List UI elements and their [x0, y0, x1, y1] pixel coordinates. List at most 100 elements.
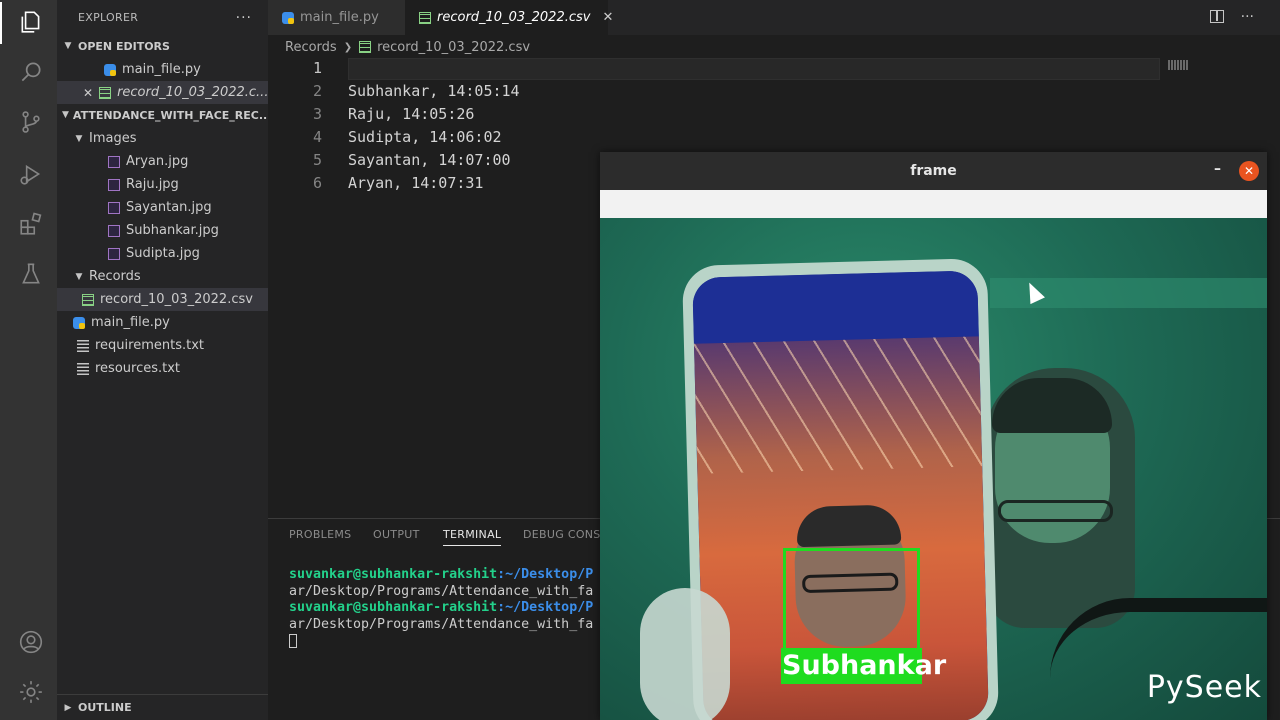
code-line[interactable]: Sudipta, 14:06:02	[348, 128, 502, 146]
frame-toolbar	[600, 190, 1267, 218]
folder-images[interactable]: ▼ Images	[57, 127, 268, 150]
frame-window: frame – ✕ Subhankar	[600, 152, 1267, 720]
file-item[interactable]: resources.txt	[57, 357, 268, 380]
code-line[interactable]: Aryan, 14:07:31	[348, 174, 483, 192]
image-file-icon	[108, 201, 120, 214]
chevron-down-icon: ▼	[62, 110, 69, 120]
code-line[interactable]: Raju, 14:05:26	[348, 105, 474, 123]
activity-bar	[0, 0, 57, 720]
file-item-selected[interactable]: record_10_03_2022.csv	[57, 288, 268, 311]
split-editor-icon[interactable]	[1210, 10, 1224, 23]
code-line[interactable]: Sayantan, 14:07:00	[348, 151, 511, 169]
tab-record-csv[interactable]: record_10_03_2022.csv ✕	[405, 0, 613, 35]
folder-label: Images	[89, 131, 137, 146]
tab-debug-console[interactable]: DEBUG CONSO	[523, 528, 610, 541]
minimap[interactable]	[1168, 60, 1188, 70]
tab-output[interactable]: OUTPUT	[373, 528, 420, 541]
file-label: Raju.jpg	[126, 177, 179, 192]
terminal-path: :~/Desktop/P	[497, 567, 594, 582]
tab-main-file[interactable]: main_file.py	[268, 0, 405, 35]
file-item[interactable]: requirements.txt	[57, 334, 268, 357]
open-editor-item-active[interactable]: ✕ record_10_03_2022.c...	[57, 81, 268, 104]
line-number: 5	[312, 151, 322, 169]
file-item[interactable]: Aryan.jpg	[57, 150, 268, 173]
testing-icon[interactable]	[17, 260, 45, 288]
open-editors-title: OPEN EDITORS	[78, 39, 170, 53]
terminal-line: ar/Desktop/Programs/Attendance_with_fa	[289, 583, 594, 599]
folder-label: Records	[89, 269, 141, 284]
settings-gear-icon[interactable]	[17, 678, 45, 706]
open-editor-label: record_10_03_2022.c...	[117, 85, 268, 100]
line-number: 6	[312, 174, 322, 192]
account-icon[interactable]	[17, 628, 45, 656]
project-title: ATTENDANCE_WITH_FACE_REC...	[72, 108, 268, 122]
close-icon[interactable]: ✕	[83, 86, 93, 100]
text-file-icon	[77, 339, 89, 352]
csv-file-icon	[359, 41, 372, 53]
chevron-right-icon: ❯	[343, 41, 353, 53]
editor-tabs: main_file.py record_10_03_2022.csv ✕ ···	[268, 0, 1280, 35]
close-window-button[interactable]: ✕	[1239, 161, 1259, 181]
project-header[interactable]: ▼ ATTENDANCE_WITH_FACE_REC...	[57, 104, 268, 126]
editor-more-button[interactable]: ···	[1241, 9, 1254, 25]
explorer-title: EXPLORER	[78, 11, 139, 24]
source-control-icon[interactable]	[17, 108, 45, 136]
code-line[interactable]: Subhankar, 14:05:14	[348, 82, 520, 100]
person-glasses	[998, 500, 1113, 522]
phone-screen-top	[692, 270, 979, 344]
image-file-icon	[108, 224, 120, 237]
open-editor-item[interactable]: main_file.py	[57, 58, 268, 81]
file-label: record_10_03_2022.csv	[100, 292, 253, 307]
file-label: resources.txt	[95, 361, 181, 376]
search-icon[interactable]	[17, 58, 45, 86]
outline-section-header[interactable]: ▶ OUTLINE	[57, 694, 268, 720]
python-file-icon	[73, 316, 85, 329]
hand	[640, 588, 730, 720]
terminal-user: suvankar@subhankar-rakshit	[289, 600, 498, 616]
chevron-down-icon: ▼	[64, 41, 72, 51]
webcam-video: Subhankar	[600, 218, 1267, 720]
terminal-path: :~/Desktop/P	[497, 600, 594, 616]
breadcrumb: Records ❯ record_10_03_2022.csv	[285, 36, 530, 58]
minimize-button[interactable]: –	[1214, 161, 1221, 177]
python-file-icon	[282, 11, 294, 24]
run-debug-icon[interactable]	[17, 160, 45, 188]
explorer-more-button[interactable]: ···	[236, 10, 252, 26]
terminal-line: ar/Desktop/Programs/Attendance_with_fa	[289, 617, 594, 633]
file-item[interactable]: Subhankar.jpg	[57, 219, 268, 242]
line-number: 3	[312, 105, 322, 123]
terminal-output[interactable]: suvankar@subhankar-rakshit:~/Desktop/P a…	[289, 567, 593, 651]
python-file-icon	[104, 63, 116, 76]
breadcrumb-file[interactable]: record_10_03_2022.csv	[377, 40, 530, 55]
photo-lights	[693, 336, 983, 474]
terminal-cursor	[289, 633, 297, 648]
explorer-sidebar: EXPLORER ··· ▼ OPEN EDITORS main_file.py…	[57, 0, 268, 720]
text-file-icon	[77, 362, 89, 375]
open-editors-header[interactable]: ▼ OPEN EDITORS	[57, 35, 268, 57]
explorer-icon[interactable]	[17, 8, 45, 36]
file-label: requirements.txt	[95, 338, 205, 353]
file-item[interactable]: Sudipta.jpg	[57, 242, 268, 265]
chevron-right-icon: ▶	[64, 702, 72, 713]
tab-problems[interactable]: PROBLEMS	[289, 528, 351, 541]
extensions-icon[interactable]	[17, 210, 45, 238]
folder-records[interactable]: ▼ Records	[57, 265, 268, 288]
image-file-icon	[108, 247, 120, 260]
close-icon[interactable]: ✕	[602, 10, 613, 25]
file-label: Sudipta.jpg	[126, 246, 200, 261]
file-label: main_file.py	[91, 315, 170, 330]
csv-file-icon	[419, 11, 431, 24]
file-item[interactable]: main_file.py	[57, 311, 268, 334]
file-item[interactable]: Sayantan.jpg	[57, 196, 268, 219]
explorer-header: EXPLORER ···	[57, 0, 268, 35]
chevron-down-icon: ▼	[75, 133, 83, 144]
chevron-down-icon: ▼	[75, 271, 83, 282]
breadcrumb-folder[interactable]: Records	[285, 40, 337, 55]
frame-titlebar[interactable]: frame – ✕	[600, 152, 1267, 190]
current-line-highlight	[348, 58, 1160, 80]
file-label: Sayantan.jpg	[126, 200, 212, 215]
tab-terminal[interactable]: TERMINAL	[443, 528, 502, 546]
outline-title: OUTLINE	[78, 701, 132, 714]
terminal-user: suvankar@subhankar-rakshit	[289, 567, 498, 582]
file-item[interactable]: Raju.jpg	[57, 173, 268, 196]
